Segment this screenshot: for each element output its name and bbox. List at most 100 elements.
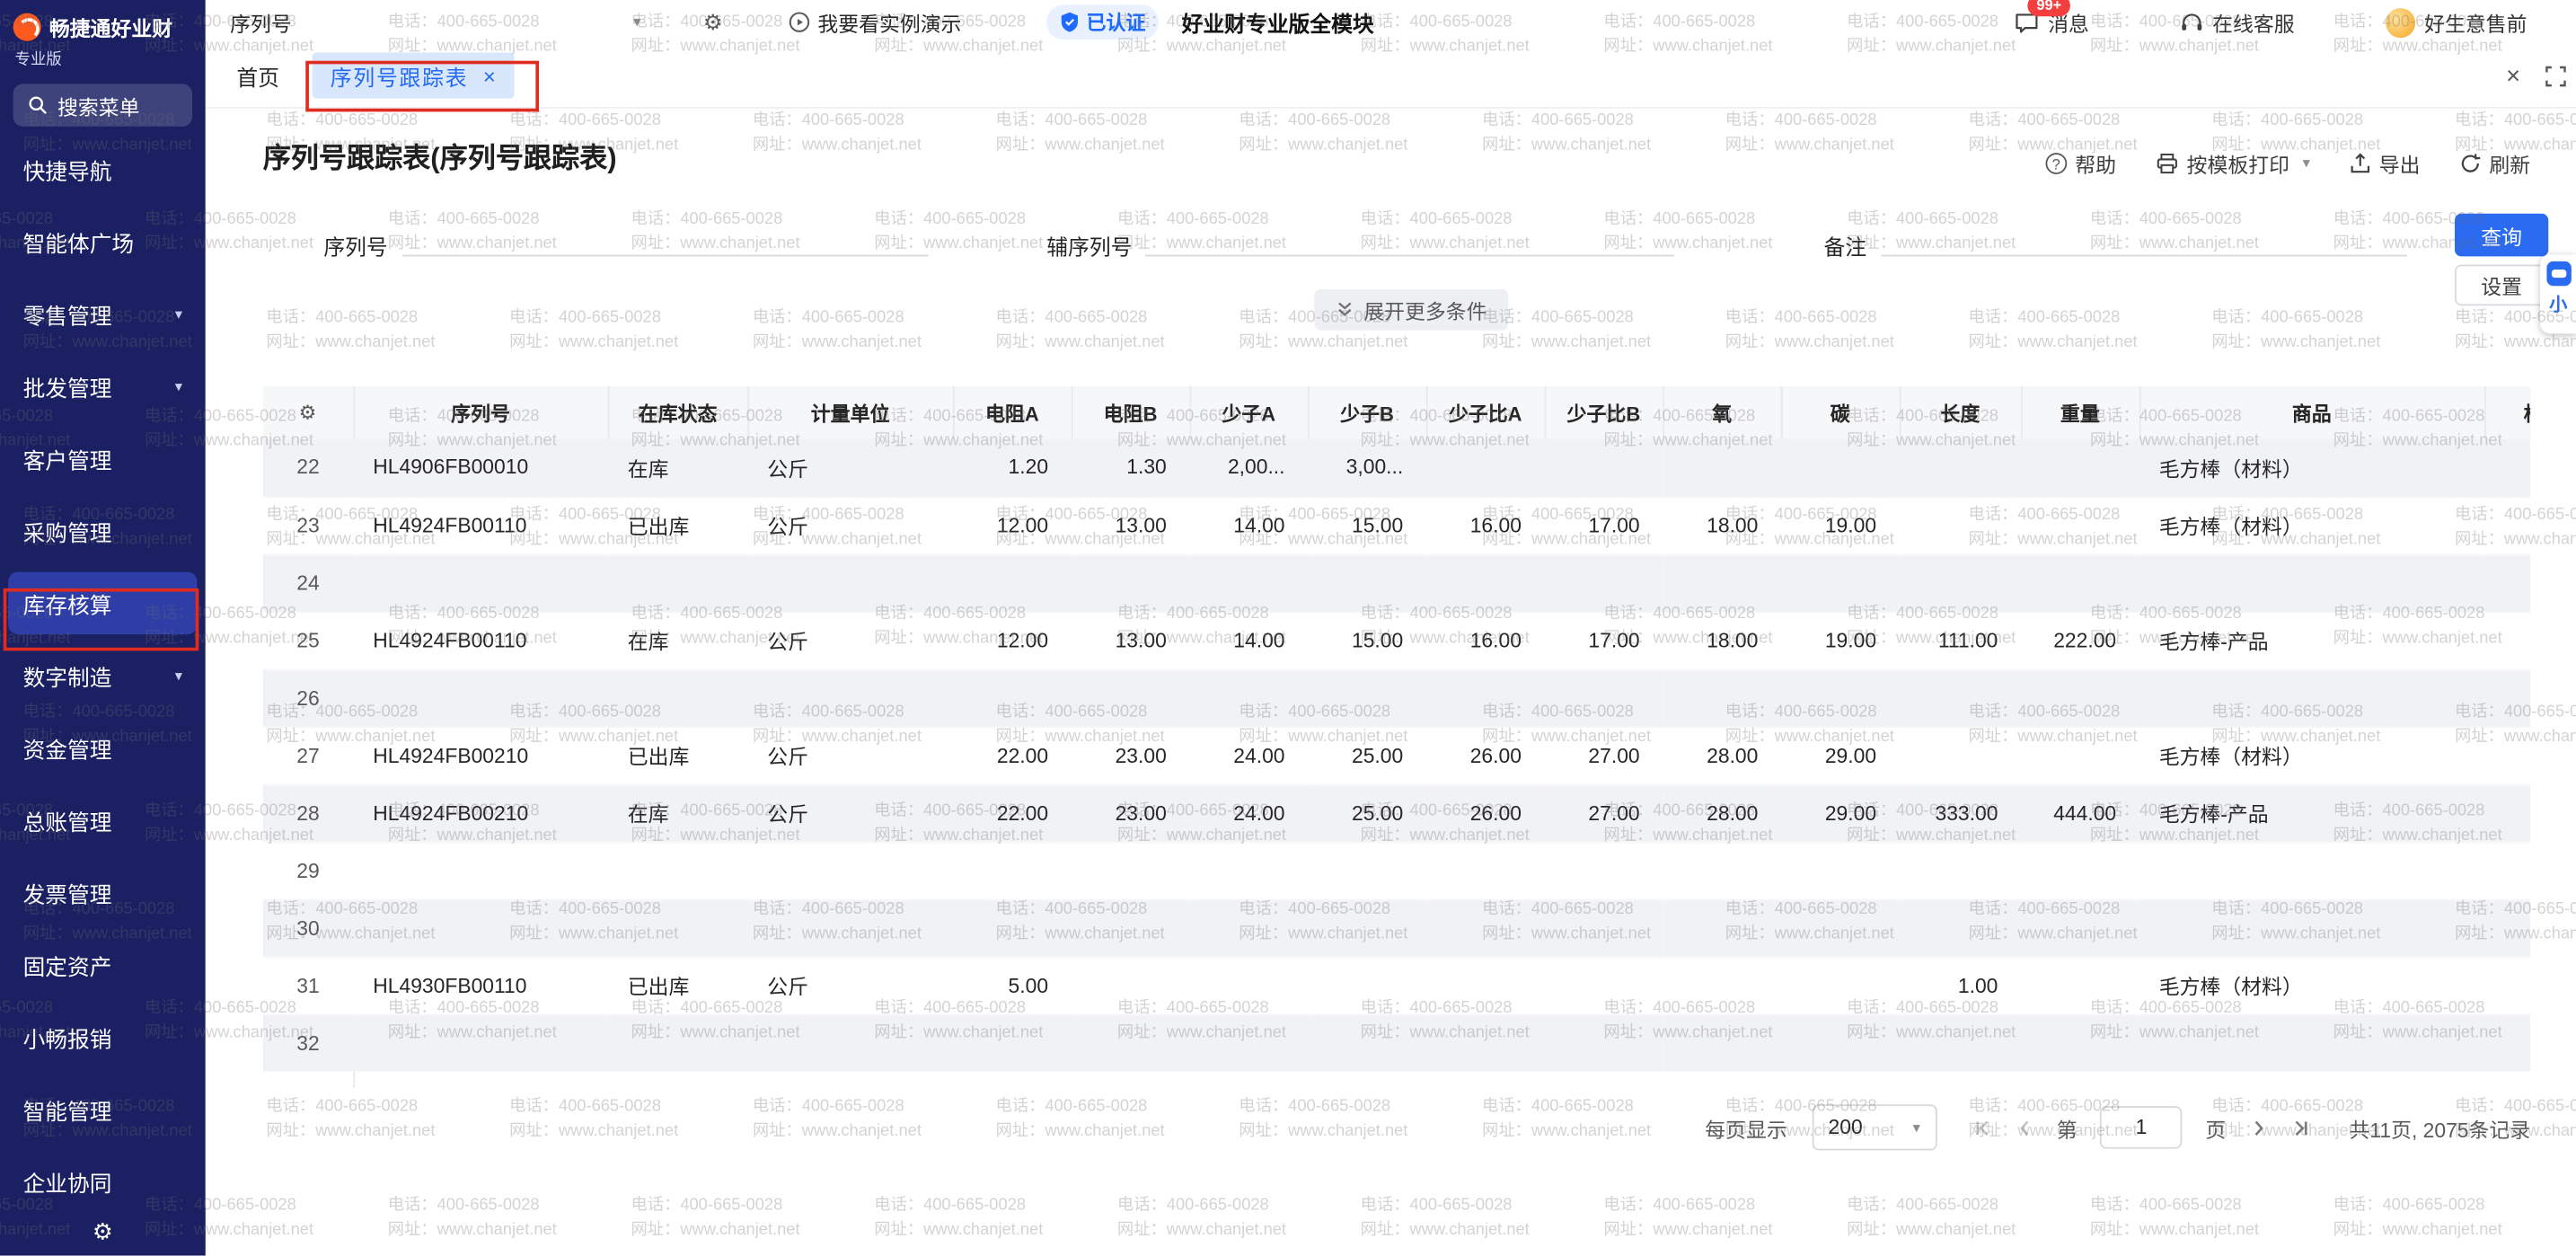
column-header-13[interactable]: 商品 [2139, 386, 2484, 439]
table-row[interactable]: 32 [263, 1014, 2530, 1072]
table-cell [1781, 553, 1900, 611]
table-cell [747, 842, 953, 899]
sidebar-item-1[interactable]: 智能体广场 [0, 206, 206, 278]
assistant-widget[interactable]: 小 [2540, 255, 2576, 334]
sidebar-item-8[interactable]: 资金管理 [0, 712, 206, 783]
column-header-1[interactable]: 在库状态 [608, 386, 747, 439]
sidebar-item-10[interactable]: 发票管理 [0, 856, 206, 928]
table-row[interactable]: 31HL4930FB00110已出库公斤5.001.00毛方棒（材料） [263, 957, 2530, 1014]
table-row[interactable]: 27HL4924FB00210已出库公斤22.0023.0024.0025.00… [263, 727, 2530, 784]
table-cell [1545, 957, 1663, 1014]
certified-badge[interactable]: 已认证 [1047, 4, 1159, 39]
settings-button[interactable]: 设置 [2455, 265, 2548, 306]
help-button[interactable]: ? 帮助 [2045, 148, 2116, 180]
table-cell: 3,00... [1308, 438, 1426, 496]
messages-button[interactable]: 消息 99+ [2016, 6, 2089, 38]
pagination: 每页显示 200 ▾ 第 页 [263, 1104, 2530, 1150]
next-page-button[interactable] [2249, 1119, 2267, 1137]
sidebar-item-label: 发票管理 [23, 876, 112, 909]
column-header-3[interactable]: 电阻A [953, 386, 1072, 439]
prev-page-button[interactable] [2016, 1119, 2033, 1137]
row-number: 28 [263, 784, 354, 842]
column-header-2[interactable]: 计量单位 [747, 386, 953, 439]
per-page-select[interactable]: 200 ▾ [1812, 1104, 1936, 1150]
user-menu[interactable]: 好生意售前 [2386, 6, 2527, 38]
tab-serial-tracking[interactable]: 序列号跟踪表 × [313, 53, 514, 99]
last-page-button[interactable] [2290, 1119, 2308, 1137]
column-header-11[interactable]: 长度 [1900, 386, 2021, 439]
sidebar-item-11[interactable]: 固定资产 [0, 929, 206, 1001]
print-by-template-button[interactable]: 按模板打印 ▾ [2156, 148, 2310, 180]
table-cell [2484, 899, 2530, 957]
menu-search-input[interactable]: 搜索菜单 [13, 84, 192, 127]
refresh-button[interactable]: 刷新 [2459, 148, 2530, 180]
table-cell: 12.00 [953, 496, 1072, 553]
column-header-0[interactable]: 序列号 [353, 386, 608, 439]
sidebar-item-5[interactable]: 采购管理 [0, 495, 206, 567]
search-icon [28, 95, 48, 115]
serial-filter-input[interactable] [402, 214, 928, 257]
table-row[interactable]: 24 [263, 553, 2530, 611]
sidebar-item-9[interactable]: 总账管理 [0, 784, 206, 856]
table-cell: HL4924FB00110 [353, 611, 608, 668]
account-selector[interactable]: 序列号 ▾ [230, 6, 640, 38]
sidebar-item-3[interactable]: 批发管理▾ [0, 350, 206, 422]
column-header-10[interactable]: 碳 [1781, 386, 1900, 439]
sidebar-item-label: 企业协同 [23, 1165, 112, 1199]
close-icon[interactable]: × [2506, 63, 2520, 87]
table-row[interactable]: 28HL4924FB00210在库公斤22.0023.0024.0025.002… [263, 784, 2530, 842]
sidebar-item-2[interactable]: 零售管理▾ [0, 278, 206, 349]
table-cell: 17.00 [1545, 496, 1663, 553]
sidebar-item-13[interactable]: 智能管理 [0, 1074, 206, 1145]
first-page-button[interactable] [1974, 1119, 1992, 1137]
column-header-5[interactable]: 少子A [1189, 386, 1308, 439]
table-cell: 毛方棒（材料） [2139, 496, 2484, 553]
column-header-7[interactable]: 少子比A [1426, 386, 1545, 439]
table-cell [2484, 784, 2530, 842]
table-cell: 27.00 [1545, 727, 1663, 784]
online-support-button[interactable]: 在线客服 [2181, 6, 2294, 38]
row-number: 32 [263, 1014, 354, 1072]
sidebar-item-7[interactable]: 数字制造▾ [0, 640, 206, 712]
sidebar-item-6[interactable]: 库存核算 [8, 572, 197, 635]
column-header-9[interactable]: 氧 [1663, 386, 1781, 439]
expand-more-button[interactable]: 展开更多条件 [1314, 289, 1508, 331]
app-logo [13, 13, 41, 41]
table-row[interactable]: 30 [263, 899, 2530, 957]
remark-filter-input[interactable] [1882, 214, 2407, 257]
tab-home[interactable]: 首页 [236, 60, 279, 92]
table-row[interactable]: 26 [263, 669, 2530, 727]
column-settings-button[interactable]: ⚙ [263, 386, 354, 439]
table-row[interactable]: 25HL4924FB00110在库公斤12.0013.0014.0015.001… [263, 611, 2530, 668]
column-header-6[interactable]: 少子B [1308, 386, 1426, 439]
tabbar: 首页 序列号跟踪表 × × [206, 44, 2576, 108]
table-cell: 444.00 [2021, 784, 2139, 842]
export-button[interactable]: 导出 [2350, 148, 2421, 180]
topbar-settings-button[interactable]: ⚙ [703, 9, 722, 35]
chevron-down-icon: ▾ [1913, 1119, 1920, 1137]
column-header-4[interactable]: 电阻B [1072, 386, 1190, 439]
table-row[interactable]: 23HL4924FB00110已出库公斤12.0013.0014.0015.00… [263, 496, 2530, 553]
sidebar-item-label: 批发管理 [23, 370, 112, 403]
column-header-12[interactable]: 重量 [2021, 386, 2139, 439]
sidebar-settings-button[interactable]: ⚙ [0, 1207, 206, 1256]
brand-name: 畅捷通好业财 [49, 12, 172, 43]
column-header-8[interactable]: 少子比B [1545, 386, 1663, 439]
table-cell [353, 669, 608, 727]
column-header-14[interactable]: 格 [2484, 386, 2530, 439]
table-cell: 公斤 [747, 957, 953, 1014]
fullscreen-icon[interactable] [2545, 65, 2567, 86]
table-cell [1781, 438, 1900, 496]
sidebar-item-12[interactable]: 小畅报销 [0, 1001, 206, 1073]
demo-link[interactable]: 我要看实例演示 [788, 6, 961, 38]
table-row[interactable]: 29 [263, 842, 2530, 899]
page-number-input[interactable] [2100, 1106, 2182, 1149]
table-row[interactable]: 22HL4906FB00010在库公斤1.201.302,00...3,00..… [263, 438, 2530, 496]
table-cell [2139, 1014, 2484, 1072]
sidebar-item-0[interactable]: 快捷导航 [0, 133, 206, 205]
sidebar-item-4[interactable]: 客户管理 [0, 422, 206, 494]
close-icon[interactable]: × [483, 63, 496, 87]
table-cell [353, 553, 608, 611]
aux-serial-filter-input[interactable] [1145, 214, 1674, 257]
query-button[interactable]: 查询 [2455, 214, 2548, 257]
